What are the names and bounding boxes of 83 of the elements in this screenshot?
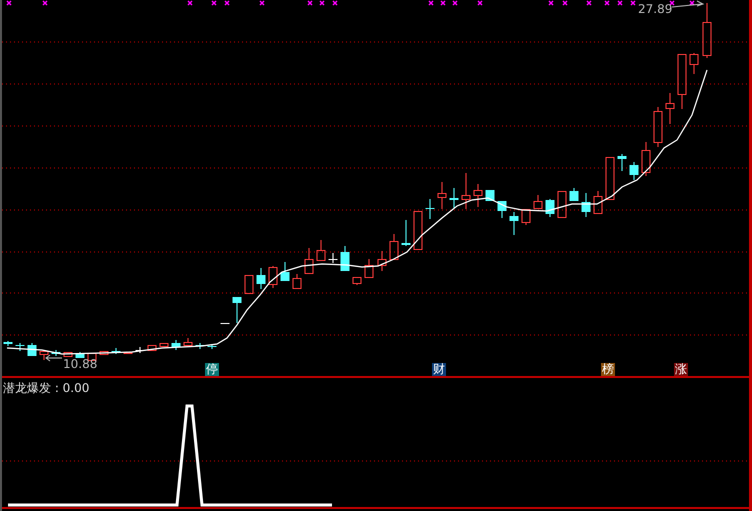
candlestick — [654, 106, 662, 148]
candlestick — [618, 154, 626, 172]
cross-marker-icon — [669, 0, 675, 6]
candlestick — [220, 323, 230, 324]
candlestick — [340, 246, 350, 271]
cross-marker-icon — [452, 0, 458, 6]
candlestick — [498, 201, 506, 218]
cross-marker-icon — [440, 0, 446, 6]
event-tag: 榜 — [601, 363, 615, 376]
candlestick — [172, 340, 180, 350]
candlestick — [582, 192, 590, 218]
candlestick — [522, 209, 530, 226]
candlestick — [702, 2, 712, 58]
candlestick — [414, 211, 422, 250]
cross-marker-icon — [42, 0, 48, 6]
candlestick — [462, 172, 470, 210]
candlestick — [678, 54, 686, 110]
event-tag: 涨 — [674, 363, 688, 376]
cross-marker-icon — [187, 0, 193, 6]
candlestick — [438, 182, 446, 210]
event-tag: 财 — [432, 363, 446, 376]
candlestick — [690, 52, 698, 74]
candlestick — [28, 342, 36, 356]
cross-marker-icon — [562, 0, 568, 6]
cross-marker-icon — [689, 0, 695, 6]
cross-marker-icon — [332, 0, 338, 6]
candlestick — [474, 184, 482, 208]
candlestick — [292, 274, 302, 289]
candlestick — [232, 297, 242, 324]
candlestick — [570, 188, 578, 201]
candlestick — [642, 142, 650, 176]
cross-marker-icon — [477, 0, 483, 6]
candlestick — [40, 351, 48, 360]
candlestick — [328, 252, 338, 264]
arrow-icon — [45, 354, 62, 362]
candlestick — [52, 350, 60, 356]
candlestick — [256, 268, 266, 290]
indicator-title: 潜龙爆发 : 0.00 — [3, 380, 90, 397]
candlestick — [606, 157, 614, 200]
candlestick — [304, 248, 314, 274]
candlestick — [558, 191, 566, 218]
candlestick — [64, 352, 72, 357]
candlestick — [112, 348, 120, 354]
candlestick — [390, 234, 398, 260]
candlestick — [594, 190, 602, 214]
candlestick — [510, 212, 518, 236]
candlestick — [364, 258, 374, 278]
candlestick — [124, 352, 132, 354]
cross-marker-icon — [259, 0, 265, 6]
event-tag: 停 — [205, 363, 219, 376]
cross-marker-icon — [586, 0, 592, 6]
cross-marker-icon — [548, 0, 554, 6]
candlestick — [196, 342, 204, 350]
cross-marker-icon — [617, 0, 623, 6]
candlestick — [352, 277, 362, 286]
candlestick — [76, 352, 84, 358]
candlestick — [534, 194, 542, 209]
candlestick — [666, 92, 674, 124]
cross-marker-icon — [604, 0, 610, 6]
candlestick — [208, 344, 216, 350]
candlestick — [426, 198, 434, 220]
candlestick — [268, 266, 278, 288]
low-price-label: 10.88 — [63, 358, 98, 371]
candlestick — [316, 240, 326, 261]
candlestick — [184, 338, 192, 346]
candlestick — [402, 220, 410, 246]
candlestick — [546, 198, 554, 218]
candlestick — [630, 162, 638, 180]
cross-marker-icon — [211, 0, 217, 6]
cross-marker-icon — [224, 0, 230, 6]
cross-marker-icon — [319, 0, 325, 6]
candlestick — [16, 342, 24, 352]
candlestick — [4, 340, 12, 346]
high-price-label: 27.89 — [638, 3, 672, 16]
cross-marker-icon — [630, 0, 636, 6]
arrow-icon — [672, 0, 704, 8]
candlestick — [450, 188, 458, 208]
candlestick — [244, 275, 254, 294]
candlestick — [378, 250, 386, 272]
candlestick — [280, 262, 290, 281]
cross-marker-icon — [307, 0, 313, 6]
cross-marker-icon — [6, 0, 12, 6]
cross-marker-icon — [428, 0, 434, 6]
